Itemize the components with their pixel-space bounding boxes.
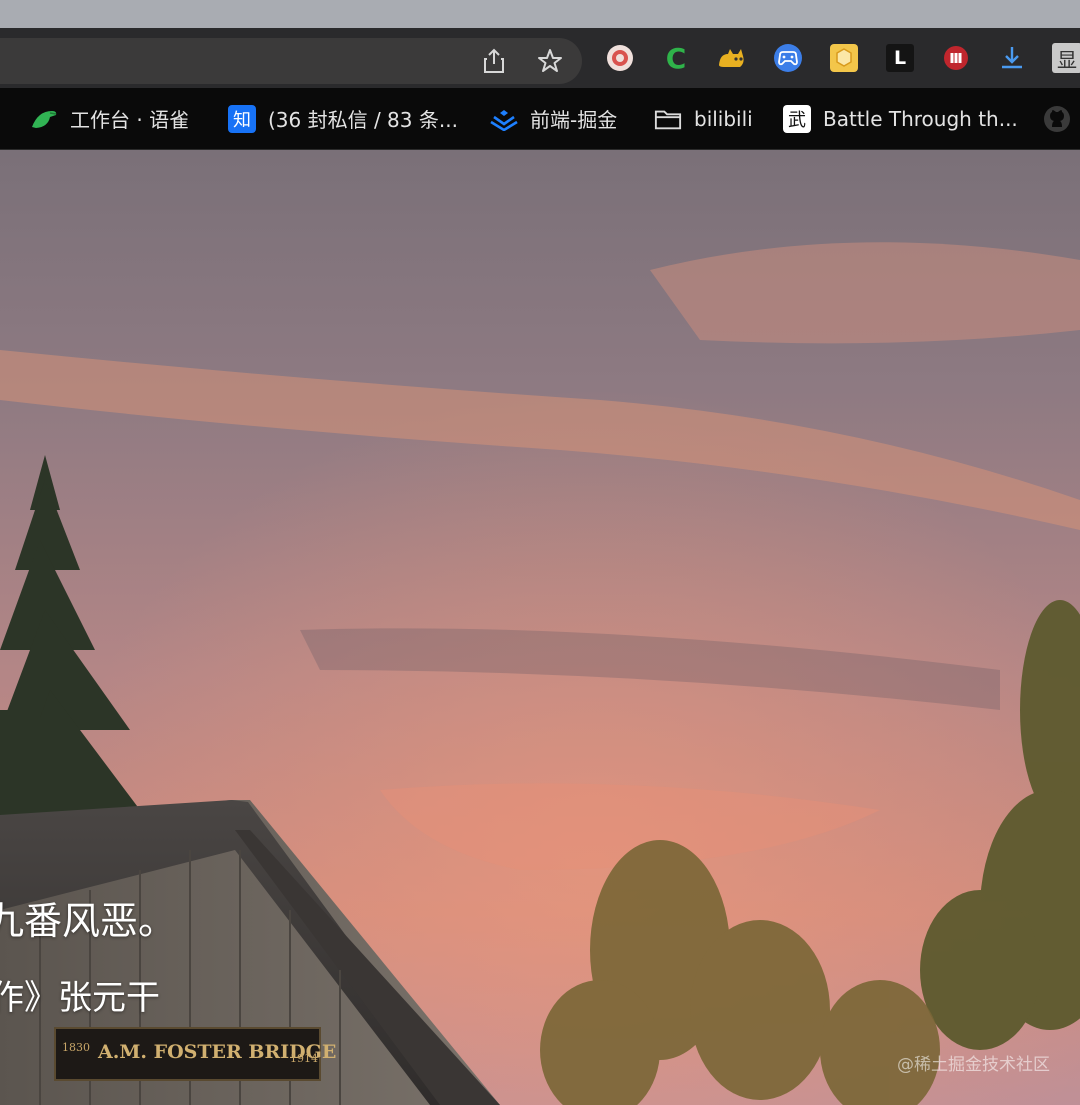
bookmark-folder-bilibili[interactable]: bilibili: [654, 88, 753, 149]
bookmark-github[interactable]: [1043, 88, 1080, 149]
bookmark-yuque[interactable]: 工作台 · 语雀: [30, 88, 189, 149]
bookmark-label: Battle Through th...: [823, 106, 1018, 131]
juejin-icon: [490, 105, 518, 133]
bookmark-battle-through[interactable]: 武 Battle Through th...: [783, 88, 1018, 149]
bookmark-label: bilibili: [694, 106, 753, 131]
gamepad-extension-icon[interactable]: [773, 43, 803, 73]
wu-icon: 武: [783, 104, 811, 133]
sunset-landscape-image: 1830 A.M. FOSTER BRIDGE 1914: [0, 150, 1080, 1105]
github-icon: [1043, 105, 1071, 133]
zhihu-icon: 知: [228, 104, 256, 133]
folder-icon: [654, 105, 682, 133]
bookmark-label: (36 封私信 / 83 条...: [268, 108, 458, 132]
display-extension-icon[interactable]: 显: [1052, 43, 1080, 73]
bookmarks-bar: 工作台 · 语雀 知 (36 封私信 / 83 条... 前端-掘金 bilib…: [0, 88, 1080, 150]
lighthouse-extension-icon[interactable]: L: [885, 43, 915, 73]
honeycomb-extension-icon[interactable]: [829, 43, 859, 73]
share-icon[interactable]: [478, 45, 510, 77]
poem-line-2: 作》张元干: [0, 978, 160, 1018]
bookmark-label: 工作台 · 语雀: [70, 108, 190, 132]
sign-year-left: 1830: [62, 1041, 90, 1054]
bookmark-zhihu[interactable]: 知 (36 封私信 / 83 条...: [228, 88, 458, 149]
window-top-strip: [0, 0, 1080, 28]
sign-year-right: 1914: [290, 1052, 318, 1065]
bookmark-label: 前端-掘金: [530, 108, 618, 132]
red-circle-extension-icon[interactable]: [941, 43, 971, 73]
juejin-watermark: @稀土掘金技术社区: [897, 1055, 1050, 1075]
cat-extension-icon[interactable]: [716, 43, 746, 73]
c-extension-icon[interactable]: C: [661, 42, 691, 75]
address-bar[interactable]: [0, 38, 582, 84]
donut-extension-icon[interactable]: [605, 43, 635, 73]
bookmark-star-icon[interactable]: [534, 45, 566, 77]
bookmark-juejin[interactable]: 前端-掘金: [490, 88, 617, 149]
hero-background-image: 1830 A.M. FOSTER BRIDGE 1914 九番风恶。 作》张元干…: [0, 150, 1080, 1105]
download-icon[interactable]: [997, 43, 1027, 73]
yuque-bird-icon: [30, 105, 58, 133]
browser-toolbar: C L 显: [0, 28, 1080, 88]
poem-line-1: 九番风恶。: [0, 899, 177, 943]
